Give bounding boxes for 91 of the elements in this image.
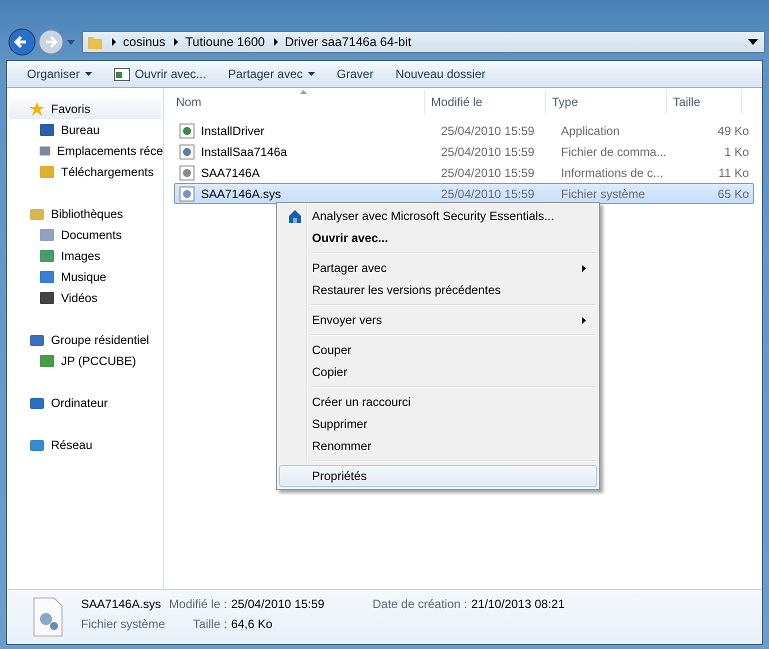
menu-item[interactable]: Restaurer les versions précédentes — [279, 279, 597, 301]
menu-item[interactable]: Propriétés — [279, 465, 597, 487]
sidebar-item[interactable]: Documents — [7, 224, 163, 245]
caret-icon — [308, 72, 315, 76]
sidebar-item[interactable]: Favoris — [9, 98, 161, 119]
menu-item[interactable]: Ouvrir avec... — [279, 227, 597, 249]
detail-label: Date de création : — [372, 597, 468, 611]
breadcrumb[interactable]: Tutioune 1600 — [185, 35, 265, 49]
table-cell-text: 11 Ko — [718, 166, 750, 180]
sidebar-item[interactable]: Réseau — [9, 434, 161, 455]
file-row[interactable]: SAA7146A.sys 25/04/2010 15:59 Fichier système 65 Ko — [174, 183, 754, 204]
toolbar-button[interactable]: Partager avec — [220, 65, 323, 83]
table-cell-text: 49 Ko — [716, 124, 750, 138]
menu-item[interactable]: Créer un raccourci — [279, 391, 597, 413]
sidebar-item[interactable]: Groupe résidentiel — [9, 329, 161, 350]
table-cell-text: 65 Ko — [716, 186, 750, 200]
table-cell-text: 25/04/2010 15:59 — [440, 186, 536, 200]
breadcrumb-arrow-icon[interactable] — [111, 38, 117, 46]
sidebar-item[interactable]: Emplacements réce — [7, 140, 163, 161]
breadcrumb[interactable]: Driver saa7146a 64-bit — [284, 35, 412, 49]
sidebar-icon — [39, 290, 55, 306]
detail-value: 21/10/2013 08:21 — [471, 597, 565, 611]
table-cell-text: 1 Ko — [723, 144, 750, 158]
back-button[interactable] — [8, 28, 36, 56]
menu-item[interactable]: Supprimer — [279, 413, 597, 435]
breadcrumb-arrow-icon[interactable] — [173, 38, 180, 46]
menu-item[interactable]: Copier — [279, 361, 597, 383]
table-cell-text: Fichier de comma... — [560, 144, 668, 158]
forward-button[interactable] — [38, 29, 64, 55]
menu-item[interactable]: Partager avec — [279, 257, 597, 279]
sidebar-icon — [39, 226, 55, 242]
detail-label: Modifié le : — [169, 597, 228, 611]
sidebar-item[interactable]: Musique — [7, 266, 163, 287]
caret-icon — [84, 72, 92, 76]
sidebar-item[interactable]: Bibliothèques — [9, 203, 161, 224]
file-icon — [179, 144, 195, 160]
file-icon — [179, 186, 195, 202]
table-cell-text: 25/04/2010 15:59 — [440, 144, 536, 158]
file-name: SAA7146A — [201, 166, 260, 180]
submenu-arrow-icon — [582, 316, 586, 324]
sidebar-icon — [39, 268, 55, 284]
menu-item[interactable]: Analyser avec Microsoft Security Essentials... — [279, 205, 597, 227]
toolbar-button[interactable]: Organiser — [19, 65, 100, 83]
sidebar-item[interactable]: Bureau — [7, 119, 163, 140]
detail-value: 25/04/2010 15:59 — [231, 597, 324, 611]
sidebar-icon — [39, 164, 55, 180]
file-row[interactable]: InstallSaa7146a 25/04/2010 15:59 Fichier de comma... 1 Ko — [174, 141, 754, 162]
file-icon — [179, 164, 195, 180]
file-icon — [179, 122, 195, 138]
file-name: SAA7146A.sys — [81, 597, 162, 611]
toolbar-button[interactable]: Graver — [328, 65, 382, 83]
dropdown-icon[interactable] — [748, 39, 758, 45]
sort-caret-icon — [300, 90, 307, 94]
sidebar-icon — [29, 100, 45, 116]
breadcrumb-arrow-icon[interactable] — [272, 38, 279, 46]
file-name: SAA7146A.sys — [201, 186, 282, 200]
file-name: InstallDriver — [201, 124, 264, 138]
toolbar-button[interactable]: Nouveau dossier — [387, 65, 494, 83]
sidebar-icon — [39, 248, 55, 264]
file-name: InstallSaa7146a — [201, 144, 288, 158]
submenu-arrow-icon — [582, 264, 586, 272]
folder-icon — [87, 34, 103, 50]
menu-item[interactable]: Couper — [279, 339, 597, 361]
sidebar-item[interactable]: JP (PCCUBE) — [7, 350, 163, 371]
toolbar-button[interactable]: Ouvrir avec... — [106, 65, 214, 83]
file-row[interactable]: InstallDriver 25/04/2010 15:59 Application 49 Ko — [174, 120, 754, 141]
breadcrumb[interactable]: cosinus — [123, 35, 166, 49]
history-dropdown-icon[interactable] — [66, 38, 76, 46]
table-cell-text: 25/04/2010 15:59 — [440, 124, 536, 138]
sidebar-icon — [39, 122, 55, 138]
table-cell-text: Informations de c... — [560, 166, 664, 180]
sidebar-item[interactable]: Ordinateur — [9, 392, 161, 413]
column-header[interactable]: Type — [546, 90, 667, 114]
file-type: Fichier système — [81, 617, 166, 631]
sidebar-icon — [39, 352, 55, 368]
table-cell-text: Application — [560, 124, 621, 138]
file-row[interactable]: SAA7146A 25/04/2010 15:59 Informations de c... 11 Ko — [174, 162, 754, 183]
column-header[interactable]: Modifié le — [425, 90, 546, 114]
menu-item[interactable]: Envoyer vers — [279, 309, 597, 331]
address-bar[interactable]: cosinus Tutioune 1600 Driver saa7146a 64-bit — [82, 31, 765, 53]
menu-item[interactable]: Renommer — [279, 435, 597, 457]
table-cell-text: 25/04/2010 15:59 — [440, 166, 536, 180]
detail-value: 64,6 Ko — [231, 617, 274, 631]
system-file-icon — [33, 597, 63, 637]
table-cell-text: Fichier système — [560, 186, 646, 200]
detail-label: Taille : — [192, 617, 228, 631]
column-header[interactable]: Taille — [667, 90, 742, 114]
sidebar-item[interactable]: Vidéos — [7, 287, 163, 308]
window-icon — [114, 68, 130, 80]
sidebar-item[interactable]: Téléchargements — [7, 161, 163, 182]
sidebar-item[interactable]: Images — [7, 245, 163, 266]
